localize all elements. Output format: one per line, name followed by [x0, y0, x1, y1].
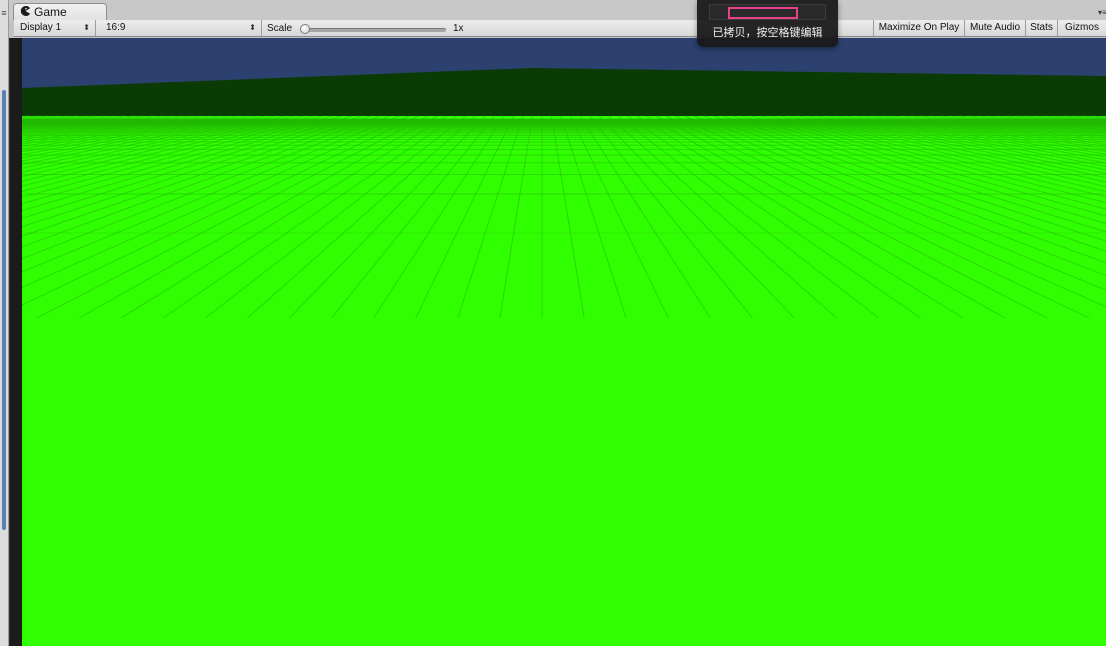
tab-game-label: Game [34, 5, 67, 19]
tab-bar: Game ▾≡ [9, 0, 1106, 20]
gizmos-button[interactable]: Gizmos [1057, 20, 1106, 36]
display-select[interactable]: Display 1 ⬍ [14, 20, 96, 36]
scale-label: Scale [267, 23, 293, 34]
game-toolbar: Display 1 ⬍ 16:9 ⬍ Scale 1x Maximize On … [14, 20, 1106, 37]
aspect-select[interactable]: 16:9 ⬍ [100, 20, 262, 36]
ground-grid [22, 115, 1106, 646]
game-scene [22, 38, 1106, 646]
maximize-on-play-button[interactable]: Maximize On Play [873, 20, 964, 36]
tab-game[interactable]: Game [13, 3, 107, 20]
dock-scroll-accent[interactable] [2, 90, 6, 530]
scale-slider-thumb[interactable] [300, 24, 310, 34]
popup-arrows-icon: ⬍ [249, 23, 256, 32]
scale-value: 1x [453, 23, 464, 34]
left-dock-gutter: ≡ [0, 0, 9, 646]
mute-audio-button[interactable]: Mute Audio [964, 20, 1025, 36]
display-select-value: Display 1 [20, 22, 62, 33]
aspect-select-value: 16:9 [106, 22, 126, 33]
panel-menu-icon[interactable]: ≡ [0, 9, 8, 18]
copy-selection-highlight [728, 7, 798, 19]
viewport-left-edge [9, 38, 22, 646]
scale-slider[interactable] [302, 28, 446, 32]
ground-near-fill [22, 318, 1106, 646]
game-pacman-icon [20, 5, 31, 17]
stats-button[interactable]: Stats [1025, 20, 1057, 36]
copy-hint-text: 已拷贝，按空格键编辑 [712, 27, 823, 39]
unity-game-window: ≡ Game ▾≡ Display 1 ⬍ 16:9 ⬍ Scale 1x Ma… [0, 0, 1106, 646]
popup-arrows-icon: ⬍ [83, 23, 90, 32]
window-menu-icon[interactable]: ▾≡ [1098, 9, 1106, 17]
game-viewport[interactable] [22, 38, 1106, 646]
copy-hint-tooltip: 已拷贝，按空格键编辑 [697, 0, 838, 47]
